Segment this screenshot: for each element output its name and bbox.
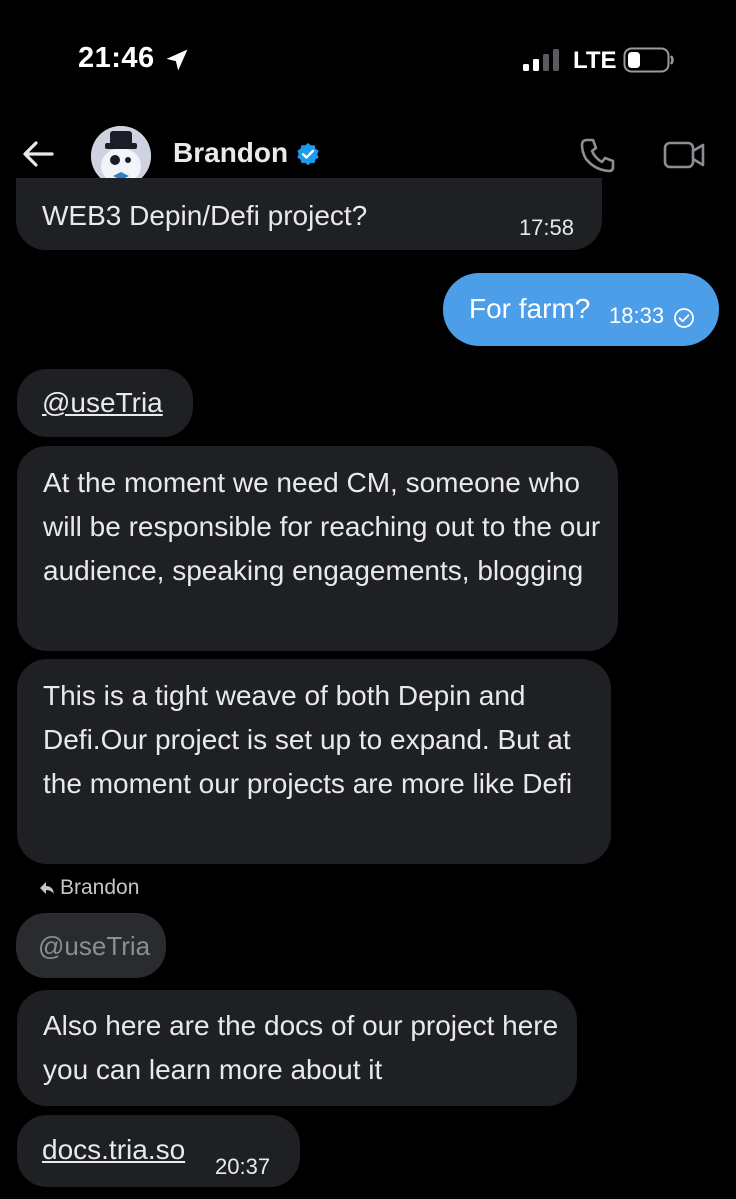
message-text: For farm? <box>469 293 591 324</box>
verified-badge-icon <box>297 142 319 166</box>
status-bar: 21:46 LTE <box>0 0 736 110</box>
message-timestamp: 20:37 <box>215 1154 271 1179</box>
message-timestamp: 18:33 <box>609 303 665 328</box>
contact-name[interactable]: Brandon <box>173 137 288 169</box>
signal-strength-icon <box>523 49 559 71</box>
message-bubble[interactable]: Also here are the docs of our project he… <box>17 990 577 1106</box>
location-arrow-icon <box>166 49 188 71</box>
video-camera-icon[interactable] <box>662 136 706 174</box>
read-check-icon <box>674 308 694 328</box>
avatar[interactable] <box>91 126 151 186</box>
message-timestamp: 17:58 <box>518 215 574 240</box>
message-bubble[interactable]: @useTria <box>17 369 193 437</box>
quoted-text: @useTria <box>38 931 151 961</box>
status-time: 21:46 <box>78 42 155 74</box>
mention-link[interactable]: @useTria <box>42 381 163 425</box>
message-text: At the moment we need CM, someone who wi… <box>43 467 601 586</box>
network-type: LTE <box>573 47 617 74</box>
battery-icon <box>623 47 674 73</box>
reply-to-name: Brandon <box>60 876 140 899</box>
message-text: WEB3 Depin/Defi project? <box>42 200 368 231</box>
message-text: Also here are the docs of our project he… <box>43 1010 559 1085</box>
message-bubble[interactable]: docs.tria.so 20:37 <box>17 1115 300 1187</box>
back-arrow-icon[interactable] <box>20 136 56 172</box>
phone-icon[interactable] <box>578 135 618 175</box>
docs-link[interactable]: docs.tria.so <box>42 1128 185 1172</box>
message-bubble[interactable]: At the moment we need CM, someone who wi… <box>17 446 618 651</box>
quoted-message[interactable]: @useTria <box>16 913 166 978</box>
dm-screen: 21:46 LTE Brandon WEB3 Depin/Defi projec… <box>0 0 736 1199</box>
message-bubble[interactable]: This is a tight weave of both Depin and … <box>17 659 611 864</box>
message-bubble[interactable]: WEB3 Depin/Defi project? 17:58 <box>16 178 602 250</box>
outgoing-message-bubble[interactable]: For farm? 18:33 <box>443 273 719 346</box>
avatar-image <box>91 126 151 186</box>
reply-arrow-icon <box>40 882 54 894</box>
message-text: This is a tight weave of both Depin and … <box>43 680 573 799</box>
